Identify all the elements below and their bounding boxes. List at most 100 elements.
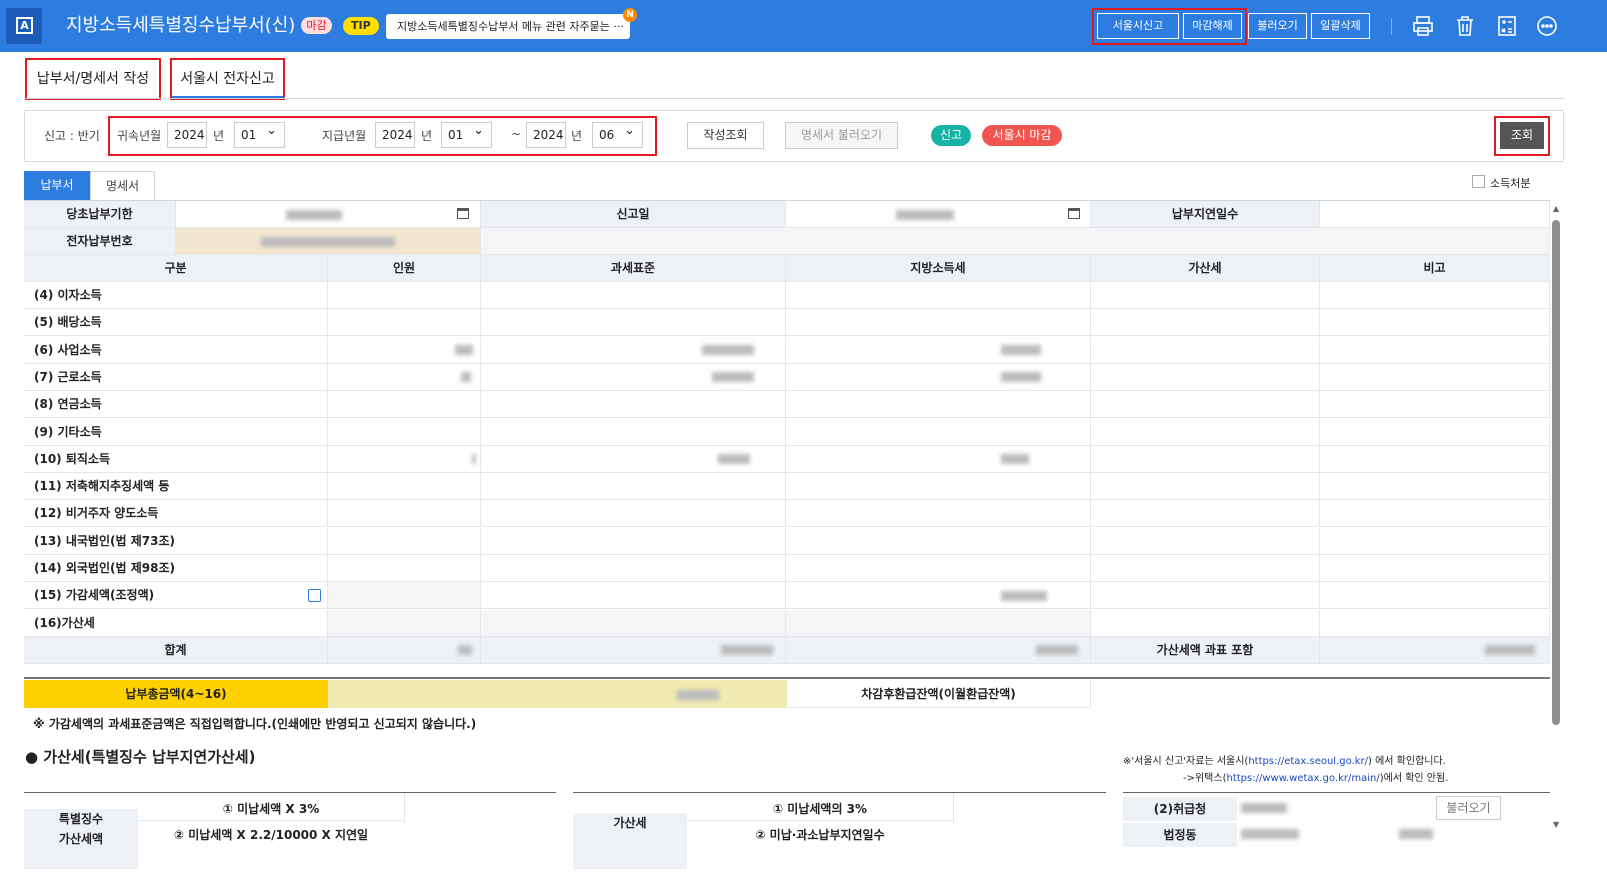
payment-form-grid: 당초납부기한 신고일 납부지연일수 전자납부번호 구분 인원 과세표준 지방소득세 가산… [24,200,1550,665]
row-cell[interactable] [786,500,1091,528]
row-cell[interactable] [481,555,786,582]
row-cell[interactable] [481,282,786,309]
row-cell[interactable] [1091,500,1320,528]
row-cell[interactable] [1091,418,1320,446]
load-statement-button[interactable]: 명세서 불러오기 [785,122,898,149]
row-cell[interactable] [1091,309,1320,337]
row-cell[interactable] [328,500,481,528]
subtab-payment[interactable]: 납부서 [24,171,90,200]
row-cell[interactable] [481,445,786,473]
scroll-up-icon[interactable]: ▲ [1553,204,1559,213]
row-cell[interactable] [328,527,481,555]
income-disposal-checkbox[interactable] [1472,175,1485,188]
pay-month-to-select[interactable]: 06 [592,119,643,148]
row-cell[interactable] [1320,336,1550,364]
calendar-icon[interactable] [457,208,469,219]
row-cell[interactable] [1320,391,1550,419]
row-cell[interactable] [328,336,481,364]
calendar-icon[interactable] [1068,208,1080,219]
row-cell[interactable] [1091,363,1320,391]
tab-seoul-efile[interactable]: 서울시 전자신고 [170,58,285,100]
row-cell[interactable] [1320,527,1550,555]
attr-year-input[interactable]: 2024 [167,122,207,148]
row-cell[interactable] [328,555,481,582]
tax-office-load-button[interactable]: 불러오기 [1436,796,1501,820]
subtab-statement[interactable]: 명세서 [90,171,155,200]
row-cell[interactable] [1320,445,1550,473]
row-cell[interactable] [786,309,1091,337]
row-cell[interactable] [1320,418,1550,446]
row-cell[interactable] [786,582,1091,610]
row-cell[interactable] [328,309,481,337]
row-cell[interactable] [786,363,1091,391]
row-cell[interactable] [1320,473,1550,501]
row-cell[interactable] [1320,500,1550,528]
row-cell[interactable] [481,527,786,555]
delete-all-button[interactable]: 일괄삭제 [1311,13,1370,39]
row-cell[interactable] [1320,309,1550,337]
row-cell[interactable] [1320,363,1550,391]
row-cell[interactable] [1091,445,1320,473]
row-cell[interactable] [786,391,1091,419]
load-button[interactable]: 불러오기 [1248,13,1307,39]
pay-year-to-input[interactable]: 2024 [526,122,566,148]
wetax-link[interactable]: https://www.wetax.go.kr/main/ [1227,773,1380,784]
row-cell[interactable] [481,609,786,637]
row-cell[interactable] [1091,336,1320,364]
attr-month-select[interactable]: 01 [234,119,285,148]
row-cell[interactable] [328,418,481,446]
due-date-input[interactable] [176,201,481,228]
row-cell[interactable] [481,363,786,391]
row-cell[interactable] [328,391,481,419]
row-cell[interactable] [1091,282,1320,309]
row-cell[interactable] [1091,555,1320,582]
row-cell[interactable] [1320,609,1550,637]
row-cell[interactable] [1091,391,1320,419]
scrollbar-thumb[interactable] [1552,220,1560,725]
row-cell[interactable] [1320,555,1550,582]
row-cell[interactable] [786,473,1091,501]
row-cell[interactable] [786,527,1091,555]
row-cell[interactable] [786,282,1091,309]
row-cell[interactable] [1320,282,1550,309]
row-cell[interactable] [328,473,481,501]
seoul-etax-link[interactable]: https://etax.seoul.go.kr/ [1248,756,1368,767]
remarks-value [1320,636,1550,664]
tip-link[interactable]: 지방소득세특별징수납부서 메뉴 관련 자주묻는 ··· [386,14,630,39]
row-cell[interactable] [328,582,481,610]
row-cell[interactable] [328,363,481,391]
pay-year-from-input[interactable]: 2024 [375,122,415,148]
row-cell[interactable] [328,609,481,637]
row-cell[interactable] [1091,582,1320,610]
row-cell[interactable] [786,609,1091,637]
write-query-button[interactable]: 작성조회 [687,122,764,149]
row-cell[interactable] [328,445,481,473]
search-detail-icon[interactable] [308,589,321,603]
row-cell[interactable] [481,418,786,446]
row-cell[interactable] [786,445,1091,473]
row-cell[interactable] [328,282,481,309]
row-cell[interactable] [481,391,786,419]
scroll-down-icon[interactable]: ▼ [1553,820,1559,829]
refund-balance-label: 차감후환급잔액(이월환급잔액) [787,680,1091,708]
report-date-input[interactable] [786,201,1091,228]
row-cell[interactable] [1091,527,1320,555]
row-cell[interactable] [1320,582,1550,610]
row-cell[interactable] [1091,473,1320,501]
tab-write[interactable]: 납부서/명세서 작성 [25,58,161,100]
row-cell[interactable] [1091,609,1320,637]
row-cell[interactable] [786,336,1091,364]
row-cell[interactable] [481,336,786,364]
column-header: 지방소득세 [786,255,1091,282]
row-cell[interactable] [481,309,786,337]
trash-icon[interactable] [1453,14,1477,38]
row-cell[interactable] [786,418,1091,446]
row-cell[interactable] [786,555,1091,582]
row-cell[interactable] [481,500,786,528]
calculator-icon[interactable] [1495,14,1519,38]
print-icon[interactable] [1411,14,1435,38]
menu-dots-icon[interactable] [1535,14,1559,38]
row-cell[interactable] [481,582,786,610]
row-cell[interactable] [481,473,786,501]
pay-month-from-select[interactable]: 01 [441,119,492,148]
